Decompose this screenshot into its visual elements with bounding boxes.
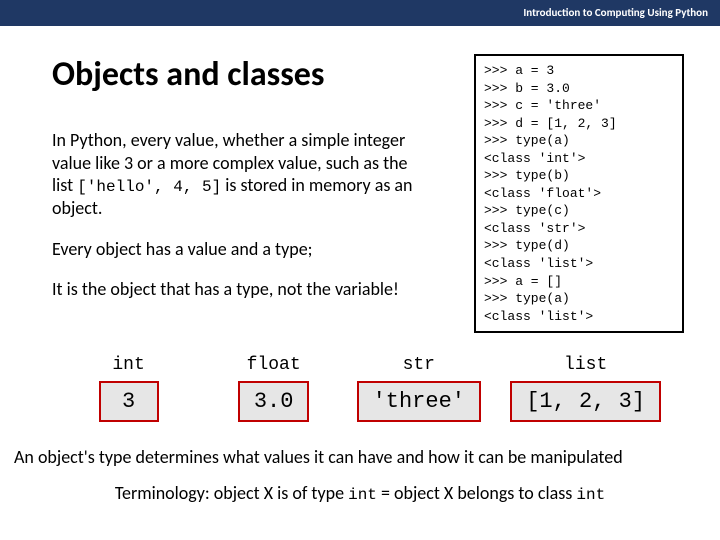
type-label-int: int xyxy=(56,355,201,375)
type-col-int: int 3 xyxy=(56,355,201,422)
type-col-str: str 'three' xyxy=(346,355,491,422)
main-row: Objects and classes In Python, every val… xyxy=(52,54,684,333)
slide-content: Objects and classes In Python, every val… xyxy=(0,26,720,422)
footer2-code1: int xyxy=(348,486,377,504)
paragraph-2: Every object has a value and a type; xyxy=(52,238,422,261)
paragraph-1: In Python, every value, whether a simple… xyxy=(52,129,422,220)
type-box-float: 3.0 xyxy=(238,381,310,422)
header-bar: Introduction to Computing Using Python xyxy=(0,0,720,26)
type-box-str: 'three' xyxy=(357,381,481,422)
type-col-float: float 3.0 xyxy=(201,355,346,422)
code-box: >>> a = 3 >>> b = 3.0 >>> c = 'three' >>… xyxy=(474,54,684,333)
type-box-list: [1, 2, 3] xyxy=(510,381,661,422)
type-label-list: list xyxy=(491,355,680,375)
type-label-float: float xyxy=(201,355,346,375)
footer-line-2: Terminology: object X is of type int = o… xyxy=(0,482,720,504)
left-column: Objects and classes In Python, every val… xyxy=(52,54,450,319)
paragraph-3: It is the object that has a type, not th… xyxy=(52,278,422,301)
footer2-a: Terminology: object X is of type xyxy=(115,482,348,504)
footer2-b: = object X belongs to class xyxy=(377,482,576,504)
type-col-list: list [1, 2, 3] xyxy=(491,355,680,422)
type-row: int 3 float 3.0 str 'three' list [1, 2, … xyxy=(52,355,684,422)
footer-line-1: An object's type determines what values … xyxy=(0,446,720,468)
type-label-str: str xyxy=(346,355,491,375)
page-title: Objects and classes xyxy=(52,54,450,95)
type-box-int: 3 xyxy=(99,381,159,422)
para1-code: ['hello', 4, 5] xyxy=(77,178,221,196)
footer2-code2: int xyxy=(576,486,605,504)
